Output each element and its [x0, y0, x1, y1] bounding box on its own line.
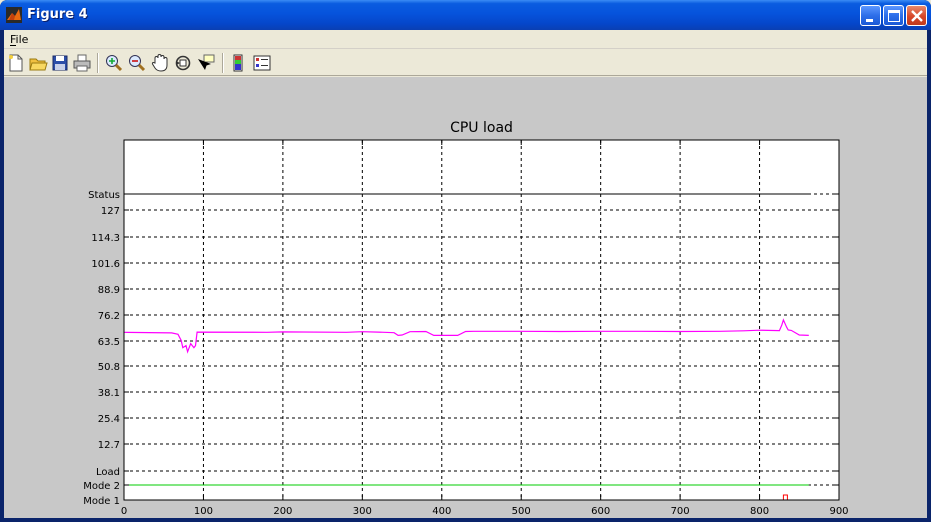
x-tick-label: 600 — [591, 506, 610, 517]
menu-file-mnemonic-underline — [10, 45, 16, 46]
open-file-icon — [29, 58, 48, 71]
x-tick-label: 400 — [432, 506, 451, 517]
x-tick-label: 700 — [671, 506, 690, 517]
title-bar[interactable]: Figure 4 — [0, 0, 931, 30]
new-figure-button[interactable] — [6, 53, 26, 73]
y-tick-label: 114.3 — [91, 233, 120, 244]
menu-bar: File — [4, 30, 927, 49]
y-tick-label: 50.8 — [98, 362, 120, 373]
x-tick-label: 0 — [121, 506, 127, 517]
pan-button[interactable] — [150, 53, 170, 73]
window-title: Figure 4 — [27, 7, 88, 22]
data-cursor-button[interactable] — [196, 53, 216, 73]
cpu-load-chart: 0 100 200 300 400 500 600 700 800 900 Mode 1 Mode 2… — [83, 120, 848, 517]
maximize-button[interactable] — [883, 5, 904, 26]
print-button[interactable] — [72, 53, 92, 73]
save-button[interactable] — [50, 53, 70, 73]
y-tick-label: 76.2 — [98, 311, 120, 322]
y-tick-label: 12.7 — [98, 440, 120, 451]
zoom-out-button[interactable] — [127, 53, 147, 73]
colorbar-icon — [233, 54, 243, 72]
x-tick-label: 300 — [353, 506, 372, 517]
toolbar-separator — [222, 53, 224, 73]
y-tick-label: 88.9 — [98, 285, 120, 296]
y-tick-label: Mode 1 — [83, 496, 120, 507]
open-file-button[interactable] — [28, 53, 48, 73]
y-tick-label: Mode 2 — [83, 481, 120, 492]
legend-button[interactable] — [252, 53, 272, 73]
y-tick-label: Status — [88, 190, 120, 201]
minimize-icon — [866, 19, 873, 22]
close-button[interactable] — [906, 5, 927, 26]
legend-icon — [253, 55, 271, 71]
matlab-logo-icon — [6, 7, 22, 23]
y-tick-label: 101.6 — [91, 259, 120, 270]
x-tick-label: 500 — [512, 506, 531, 517]
print-icon — [73, 54, 91, 72]
save-icon — [52, 55, 68, 71]
figure-frame: File 0 100 200 300 400 500 600 700 800 9… — [4, 30, 927, 518]
figure-toolbar — [4, 50, 927, 76]
rotate-3d-button[interactable] — [173, 53, 193, 73]
y-tick-label: Load — [96, 467, 120, 478]
y-tick-label: 63.5 — [98, 337, 120, 348]
new-figure-icon — [9, 54, 23, 72]
x-tick-label: 200 — [273, 506, 292, 517]
colorbar-button[interactable] — [229, 53, 249, 73]
x-tick-label: 100 — [194, 506, 213, 517]
x-tick-label: 900 — [829, 506, 848, 517]
zoom-out-icon — [129, 55, 146, 72]
minimize-button[interactable] — [860, 5, 881, 26]
zoom-in-icon — [106, 55, 123, 72]
x-tick-label: 800 — [750, 506, 769, 517]
maximize-icon — [888, 10, 900, 22]
y-tick-label: 127 — [101, 206, 120, 217]
chart-title: CPU load — [450, 120, 513, 136]
zoom-in-button[interactable] — [104, 53, 124, 73]
rotate-3d-icon — [175, 55, 191, 71]
toolbar-separator — [97, 53, 99, 73]
data-cursor-icon — [198, 54, 215, 70]
pan-hand-icon — [151, 53, 168, 72]
y-tick-label: 38.1 — [98, 388, 120, 399]
close-icon — [911, 10, 923, 22]
figure-canvas: 0 100 200 300 400 500 600 700 800 900 Mode 1 Mode 2… — [4, 77, 927, 518]
matlab-figure-window: Figure 4 File 0 100 200 300 400 500 600 … — [0, 0, 931, 522]
y-tick-label: 25.4 — [98, 414, 120, 425]
